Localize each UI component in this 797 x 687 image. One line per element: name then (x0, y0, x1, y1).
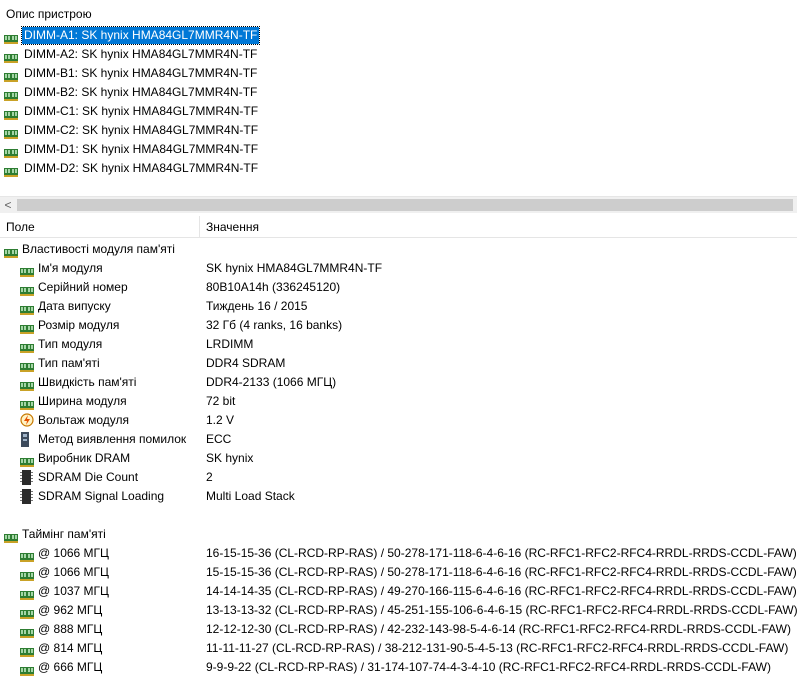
property-value: DDR4-2133 (1066 МГЦ) (206, 375, 337, 389)
property-row[interactable]: Тип модуля LRDIMM (0, 335, 797, 354)
group-module-properties[interactable]: Властивості модуля пам'яті (0, 240, 797, 259)
property-row[interactable]: Швидкість пам'яті DDR4-2133 (1066 МГЦ) (0, 373, 797, 392)
timing-frequency: @ 666 МГЦ (38, 660, 103, 674)
timing-frequency: @ 1066 МГЦ (38, 546, 109, 560)
device-item[interactable]: DIMM-D1: SK hynix HMA84GL7MMR4N-TF (0, 140, 797, 159)
property-field: Ім'я модуля (38, 261, 103, 275)
property-value: 32 Гб (4 ranks, 16 banks) (206, 318, 343, 332)
property-field: Дата випуску (38, 299, 111, 313)
timing-value: 13-13-13-32 (CL-RCD-RP-RAS) / 45-251-155… (206, 603, 797, 617)
property-field: Виробник DRAM (38, 451, 131, 465)
property-value: SK hynix HMA84GL7MMR4N-TF (206, 261, 383, 275)
timing-value: 9-9-9-22 (CL-RCD-RP-RAS) / 31-174-107-74… (206, 660, 771, 674)
ram-module-icon (20, 663, 34, 682)
device-item-label: DIMM-C2: SK hynix HMA84GL7MMR4N-TF (24, 123, 259, 137)
device-item-label: DIMM-D1: SK hynix HMA84GL7MMR4N-TF (24, 142, 259, 156)
timing-value: 14-14-14-35 (CL-RCD-RP-RAS) / 49-270-166… (206, 584, 797, 598)
timing-value: 16-15-15-36 (CL-RCD-RP-RAS) / 50-278-171… (206, 546, 797, 560)
group-title: Властивості модуля пам'яті (22, 242, 175, 256)
device-list: DIMM-A1: SK hynix HMA84GL7MMR4N-TF DIMM-A… (0, 26, 797, 178)
property-field: SDRAM Die Count (38, 470, 139, 484)
timing-row[interactable]: @ 1037 МГЦ 14-14-14-35 (CL-RCD-RP-RAS) / … (0, 582, 797, 601)
timing-value: 12-12-12-30 (CL-RCD-RP-RAS) / 42-232-143… (206, 622, 791, 636)
timing-row[interactable]: @ 888 МГЦ 12-12-12-30 (CL-RCD-RP-RAS) / 4… (0, 620, 797, 639)
device-item[interactable]: DIMM-C2: SK hynix HMA84GL7MMR4N-TF (0, 121, 797, 140)
property-field: Тип модуля (38, 337, 103, 351)
horizontal-scrollbar[interactable]: < (0, 196, 797, 213)
property-field: Серійний номер (38, 280, 128, 294)
property-value: ECC (206, 432, 232, 446)
property-row[interactable]: Вольтаж модуля 1.2 V (0, 411, 797, 430)
device-item[interactable]: DIMM-B1: SK hynix HMA84GL7MMR4N-TF (0, 64, 797, 83)
property-row[interactable]: Розмір модуля 32 Гб (4 ranks, 16 banks) (0, 316, 797, 335)
scroll-left-arrow[interactable]: < (0, 197, 16, 213)
device-item-label: DIMM-C1: SK hynix HMA84GL7MMR4N-TF (24, 104, 259, 118)
property-row[interactable]: Серійний номер 80B10A14h (336245120) (0, 278, 797, 297)
device-item-label: DIMM-A1: SK hynix HMA84GL7MMR4N-TF (20, 26, 261, 45)
device-item-label: DIMM-B1: SK hynix HMA84GL7MMR4N-TF (24, 66, 258, 80)
property-row[interactable]: Метод виявлення помилок ECC (0, 430, 797, 449)
property-row[interactable]: Ім'я модуля SK hynix HMA84GL7MMR4N-TF (0, 259, 797, 278)
device-item-label: DIMM-D2: SK hynix HMA84GL7MMR4N-TF (24, 161, 259, 175)
property-field: Ширина модуля (38, 394, 127, 408)
property-row[interactable]: Дата випуску Тиждень 16 / 2015 (0, 297, 797, 316)
properties-list: Властивості модуля пам'яті Ім'я модуля SK… (0, 240, 797, 677)
property-value: Multi Load Stack (206, 489, 295, 503)
property-value: 72 bit (206, 394, 236, 408)
property-value: SK hynix (206, 451, 254, 465)
property-field: Швидкість пам'яті (38, 375, 137, 389)
property-field: Розмір модуля (38, 318, 120, 332)
property-value: 80B10A14h (336245120) (206, 280, 341, 294)
group-title: Таймінг пам'яті (22, 527, 106, 541)
property-value: Тиждень 16 / 2015 (206, 299, 308, 313)
timing-row[interactable]: @ 814 МГЦ 11-11-11-27 (CL-RCD-RP-RAS) / 3… (0, 639, 797, 658)
timing-frequency: @ 814 МГЦ (38, 641, 103, 655)
timing-row[interactable]: @ 1066 МГЦ 16-15-15-36 (CL-RCD-RP-RAS) / … (0, 544, 797, 563)
device-item[interactable]: DIMM-A1: SK hynix HMA84GL7MMR4N-TF (0, 26, 797, 45)
device-item[interactable]: DIMM-C1: SK hynix HMA84GL7MMR4N-TF (0, 102, 797, 121)
property-row[interactable]: SDRAM Die Count 2 (0, 468, 797, 487)
scrollbar-thumb[interactable] (17, 199, 793, 211)
die-chip-icon (20, 489, 33, 510)
column-header-row: Поле Значення (0, 216, 797, 238)
device-item[interactable]: DIMM-D2: SK hynix HMA84GL7MMR4N-TF (0, 159, 797, 178)
group-memory-timings[interactable]: Таймінг пам'яті (0, 525, 797, 544)
timing-value: 15-15-15-36 (CL-RCD-RP-RAS) / 50-278-171… (206, 565, 797, 579)
property-row[interactable]: Ширина модуля 72 bit (0, 392, 797, 411)
property-value: LRDIMM (206, 337, 254, 351)
property-field: Метод виявлення помилок (38, 432, 187, 446)
timing-row[interactable]: @ 1066 МГЦ 15-15-15-36 (CL-RCD-RP-RAS) / … (0, 563, 797, 582)
device-pane-header: Опис пристрою (6, 7, 92, 21)
property-row[interactable]: Виробник DRAM SK hynix (0, 449, 797, 468)
column-separator[interactable] (199, 216, 200, 238)
timing-row[interactable]: @ 666 МГЦ 9-9-9-22 (CL-RCD-RP-RAS) / 31-1… (0, 658, 797, 677)
timing-row[interactable]: @ 962 МГЦ 13-13-13-32 (CL-RCD-RP-RAS) / 4… (0, 601, 797, 620)
column-header-field[interactable]: Поле (6, 220, 35, 234)
property-field: Вольтаж модуля (38, 413, 130, 427)
property-field: SDRAM Signal Loading (38, 489, 165, 503)
device-item-label: DIMM-A2: SK hynix HMA84GL7MMR4N-TF (24, 47, 258, 61)
property-value: DDR4 SDRAM (206, 356, 286, 370)
property-row[interactable]: SDRAM Signal Loading Multi Load Stack (0, 487, 797, 506)
column-header-value[interactable]: Значення (206, 220, 259, 234)
device-pane: Опис пристрою DIMM-A1: SK hynix HMA84GL7… (0, 0, 797, 213)
timing-frequency: @ 888 МГЦ (38, 622, 103, 636)
timing-frequency: @ 1066 МГЦ (38, 565, 109, 579)
device-item[interactable]: DIMM-A2: SK hynix HMA84GL7MMR4N-TF (0, 45, 797, 64)
timing-frequency: @ 962 МГЦ (38, 603, 103, 617)
ram-module-icon (4, 164, 18, 183)
property-value: 1.2 V (206, 413, 235, 427)
timing-frequency: @ 1037 МГЦ (38, 584, 109, 598)
device-item[interactable]: DIMM-B2: SK hynix HMA84GL7MMR4N-TF (0, 83, 797, 102)
timing-value: 11-11-11-27 (CL-RCD-RP-RAS) / 38-212-131… (206, 641, 789, 655)
property-value: 2 (206, 470, 213, 484)
device-item-label: DIMM-B2: SK hynix HMA84GL7MMR4N-TF (24, 85, 258, 99)
property-row[interactable]: Тип пам'яті DDR4 SDRAM (0, 354, 797, 373)
property-field: Тип пам'яті (38, 356, 100, 370)
